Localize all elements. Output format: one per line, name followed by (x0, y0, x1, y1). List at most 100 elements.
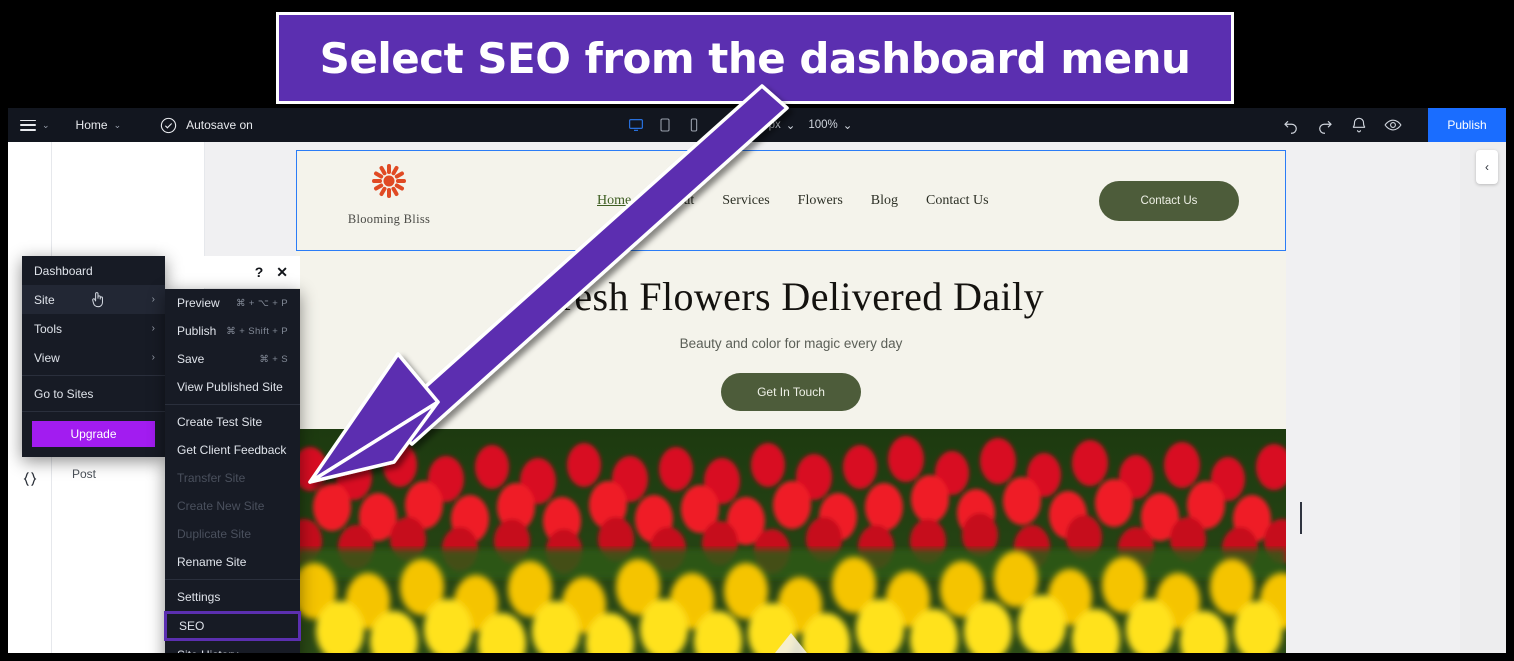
submenu-divider (165, 404, 300, 405)
desktop-icon[interactable] (628, 117, 644, 133)
submenu-item-label: Preview (177, 296, 220, 310)
submenu-item-label: Transfer Site (177, 471, 246, 485)
submenu-item-settings[interactable]: Settings (165, 583, 300, 611)
menu-item-dashboard[interactable]: Dashboard (22, 256, 165, 285)
submenu-item-label: Create Test Site (177, 415, 263, 429)
submenu-item-transfer-site: Transfer Site (165, 464, 300, 492)
submenu-shortcut: ⌘ + Shift + P (226, 325, 288, 337)
text-cursor (1300, 502, 1302, 534)
editor-canvas: Blooming Bliss Home About Services Flowe… (205, 142, 1460, 653)
hero-title: Fresh Flowers Delivered Daily (538, 274, 1044, 319)
zoom-value: 100% (808, 119, 838, 131)
current-page-name[interactable]: Home (76, 118, 108, 132)
autosave-label: Autosave on (186, 118, 253, 132)
submenu-item-create-test-site[interactable]: Create Test Site (165, 408, 300, 436)
submenu-item-save[interactable]: Save ⌘ + S (165, 345, 300, 373)
nav-link-blog[interactable]: Blog (871, 193, 898, 209)
toolbar-right: Publish (1282, 108, 1506, 142)
page-label: Post (72, 467, 97, 481)
upgrade-wrapper: Upgrade (22, 415, 165, 457)
chevron-down-icon[interactable]: ⌄ (42, 120, 50, 131)
hand-cursor-icon (92, 292, 103, 308)
hamburger-icon[interactable] (20, 119, 36, 131)
menu-divider (22, 375, 165, 376)
menu-item-label: Go to Sites (34, 386, 94, 401)
submenu-item-label: View Published Site (177, 380, 283, 394)
chevron-right-icon: › (151, 323, 155, 334)
hero-section: Fresh Flowers Delivered Daily Beauty and… (296, 251, 1286, 429)
submenu-item-label: Settings (177, 590, 221, 604)
panel-helpbar: ? ✕ (165, 256, 300, 288)
submenu-item-label: Save (177, 352, 205, 366)
menu-item-view[interactable]: View › (22, 343, 165, 372)
right-panel: ‹ (1460, 142, 1506, 653)
submenu-item-label: SEO (179, 619, 205, 633)
breakpoint-value: 1280px (743, 119, 781, 131)
zoom-chevron-down-icon: ⌄ (842, 120, 853, 132)
site-logo[interactable]: Blooming Bliss (341, 161, 437, 227)
zoom-selector[interactable]: 100% ⌄ (808, 118, 852, 132)
submenu-item-label: Site History (177, 648, 238, 653)
bell-icon[interactable] (1350, 116, 1368, 134)
submenu-item-label: Publish (177, 324, 217, 338)
submenu-item-view-published-site[interactable]: View Published Site (165, 373, 300, 401)
submenu-item-seo[interactable]: SEO (164, 611, 301, 641)
breakpoint-selector[interactable]: 1280px ⌄ (743, 118, 795, 132)
toolbar-center: ··· 1280px ⌄ 100% ⌄ (628, 108, 852, 142)
menu-item-go-to-sites[interactable]: Go to Sites (22, 379, 165, 408)
nav-link-flowers[interactable]: Flowers (798, 193, 843, 209)
header-contact-button[interactable]: Contact Us (1099, 180, 1239, 221)
page-chevron-down-icon[interactable]: ⌄ (114, 120, 122, 131)
hero-subtitle: Beauty and color for magic every day (679, 336, 903, 351)
nav-link-contact-us[interactable]: Contact Us (926, 193, 989, 209)
editor-window: ⌄ Home ⌄ Autosave on ··· 1280px ⌄ 100% ⌄… (8, 108, 1506, 653)
submenu-shortcut: ⌘ + S (259, 353, 288, 365)
submenu-item-label: Duplicate Site (177, 527, 252, 541)
redo-icon[interactable] (1316, 116, 1334, 134)
site-submenu: Preview ⌘ + ⌥ + P Publish ⌘ + Shift + P … (164, 289, 301, 653)
collapse-panel-button[interactable]: ‹ (1476, 150, 1498, 184)
nav-link-home[interactable]: Home (597, 193, 631, 209)
tablet-icon[interactable] (657, 117, 673, 133)
menu-item-label: Dashboard (34, 263, 93, 278)
submenu-item-site-history[interactable]: Site History (165, 641, 300, 653)
nav-link-services[interactable]: Services (722, 193, 769, 209)
breakpoint-chevron-down-icon: ⌄ (785, 120, 796, 132)
flower-burst-icon (372, 164, 406, 198)
submenu-item-label: Create New Site (177, 499, 265, 513)
site-brand-name: Blooming Bliss (347, 212, 431, 226)
close-icon[interactable]: ✕ (276, 264, 288, 281)
submenu-item-rename-site[interactable]: Rename Site (165, 548, 300, 576)
submenu-item-preview[interactable]: Preview ⌘ + ⌥ + P (165, 289, 300, 317)
submenu-shortcut: ⌘ + ⌥ + P (235, 297, 288, 309)
help-icon[interactable]: ? (255, 264, 264, 280)
undo-icon[interactable] (1282, 116, 1300, 134)
publish-button[interactable]: Publish (1428, 108, 1506, 142)
submenu-item-create-new-site: Create New Site (165, 492, 300, 520)
submenu-divider (165, 579, 300, 580)
menu-divider (22, 411, 165, 412)
eye-icon[interactable] (1384, 116, 1402, 134)
upgrade-button[interactable]: Upgrade (32, 421, 155, 447)
hero-cta-button[interactable]: Get In Touch (721, 373, 861, 411)
submenu-item-get-client-feedback[interactable]: Get Client Feedback (165, 436, 300, 464)
top-toolbar: ⌄ Home ⌄ Autosave on ··· 1280px ⌄ 100% ⌄… (8, 108, 1506, 142)
dashboard-menu: Dashboard Site › Tools › View › Go to Si… (22, 256, 165, 457)
site-nav: Home About Services Flowers Blog Contact… (597, 193, 989, 209)
submenu-item-label: Get Client Feedback (177, 443, 287, 457)
mobile-icon[interactable] (686, 117, 702, 133)
code-icon[interactable] (21, 470, 39, 488)
chevron-right-icon: › (151, 294, 155, 305)
site-header-section[interactable]: Blooming Bliss Home About Services Flowe… (296, 150, 1286, 251)
screenshot-root: Select SEO from the dashboard menu ⌄ Hom… (0, 0, 1514, 661)
submenu-item-publish[interactable]: Publish ⌘ + Shift + P (165, 317, 300, 345)
toolbar-left: ⌄ Home ⌄ Autosave on (8, 116, 253, 135)
more-devices-icon[interactable]: ··· (715, 118, 730, 132)
instruction-text: Select SEO from the dashboard menu (319, 33, 1191, 83)
chevron-right-icon: › (151, 352, 155, 363)
site-preview: Blooming Bliss Home About Services Flowe… (296, 150, 1286, 653)
nav-link-about[interactable]: About (659, 193, 694, 209)
menu-item-tools[interactable]: Tools › (22, 314, 165, 343)
submenu-item-duplicate-site: Duplicate Site (165, 520, 300, 548)
menu-item-label: Tools (34, 321, 63, 336)
